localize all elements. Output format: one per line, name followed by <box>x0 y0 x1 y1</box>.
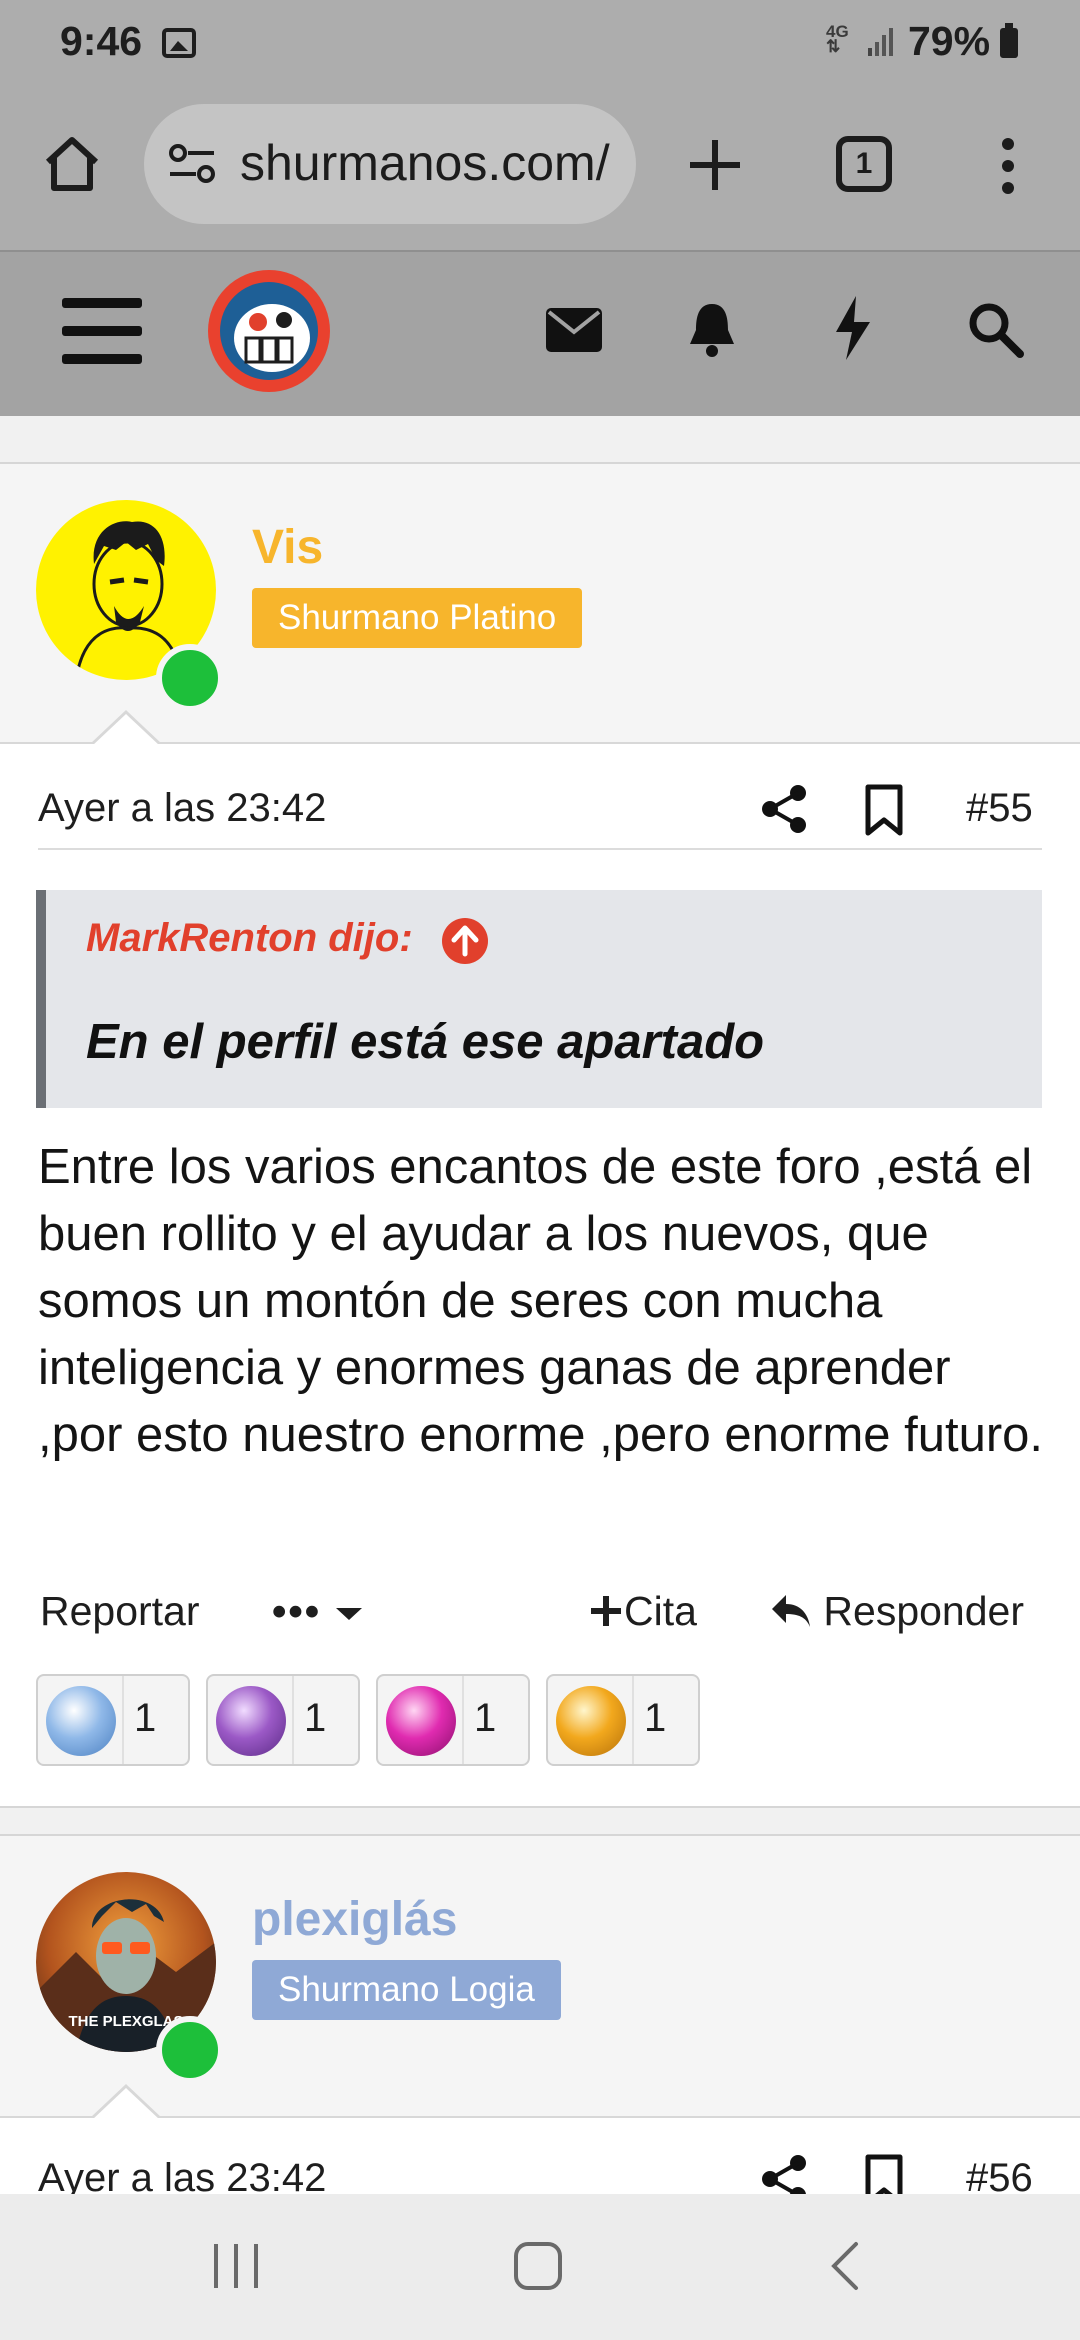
new-tab-icon[interactable] <box>686 136 744 194</box>
post-separator <box>0 1806 1080 1836</box>
username[interactable]: plexiglás <box>252 1892 457 1947</box>
mail-icon[interactable] <box>546 308 602 352</box>
purple-gem-icon <box>216 1686 286 1756</box>
network-type: 4G ⇅ <box>826 22 849 56</box>
user-block-pointer-fill <box>92 714 160 746</box>
username[interactable]: Vis <box>252 520 323 575</box>
reaction-blue-gem[interactable]: 1 <box>36 1674 190 1766</box>
home-icon[interactable] <box>40 132 104 196</box>
logo-face <box>220 282 318 380</box>
reaction-gold-gem[interactable]: 1 <box>546 1674 700 1766</box>
status-time: 9:46 <box>60 18 143 64</box>
quote-button[interactable]: Cita <box>588 1588 697 1635</box>
reaction-pink-gem[interactable]: 1 <box>376 1674 530 1766</box>
chevron-down-icon <box>336 1608 363 1621</box>
reaction-count: 1 <box>644 1696 667 1740</box>
blue-gem-icon <box>46 1686 116 1756</box>
recent-apps-icon[interactable] <box>210 2240 262 2292</box>
go-to-quote-icon[interactable] <box>442 918 488 964</box>
more-menu-icon[interactable] <box>996 136 1020 196</box>
meta-divider <box>38 848 1042 850</box>
tab-switcher-button[interactable]: 1 <box>836 136 892 192</box>
signal-icon <box>868 28 893 56</box>
post-body: Entre los varios encantos de este foro ,… <box>38 1140 1044 1462</box>
hamburger-menu-icon[interactable] <box>62 296 142 366</box>
online-status-dot <box>156 2016 224 2084</box>
reaction-count: 1 <box>474 1696 497 1740</box>
share-icon[interactable] <box>760 784 808 834</box>
rank-badge: Shurmano Platino <box>252 588 583 648</box>
more-actions-button[interactable]: ••• <box>272 1588 364 1635</box>
reaction-count: 1 <box>134 1696 157 1740</box>
reply-icon <box>772 1595 810 1627</box>
bell-icon[interactable] <box>686 300 738 358</box>
url-text[interactable]: shurmanos.com/ <box>240 134 614 192</box>
reaction-purple-gem[interactable]: 1 <box>206 1674 360 1766</box>
quote-author[interactable]: MarkRenton dijo: <box>86 916 413 961</box>
bolt-icon[interactable] <box>832 296 874 360</box>
post-date[interactable]: Ayer a las 23:42 <box>38 786 326 831</box>
site-settings-icon[interactable] <box>168 142 216 186</box>
post-separator <box>0 416 1080 464</box>
post-number[interactable]: #55 <box>966 786 1033 831</box>
gallery-notification-icon <box>162 28 196 58</box>
more-dots: ••• <box>272 1588 322 1634</box>
bookmark-icon[interactable] <box>864 784 904 836</box>
plus-icon <box>591 1596 621 1626</box>
rank-badge: Shurmano Logia <box>252 1960 561 2020</box>
gold-gem-icon <box>556 1686 626 1756</box>
reply-button[interactable]: Responder <box>770 1588 1024 1635</box>
reply-label: Responder <box>823 1588 1024 1634</box>
quote-text: En el perfil está ese apartado <box>86 1015 765 1069</box>
quote-label: Cita <box>624 1588 697 1634</box>
online-status-dot <box>156 644 224 712</box>
battery-percent: 79% <box>908 18 991 64</box>
user-block-pointer-fill <box>92 2088 160 2120</box>
report-link[interactable]: Reportar <box>40 1588 200 1635</box>
pink-gem-icon <box>386 1686 456 1756</box>
back-nav-icon[interactable] <box>820 2240 872 2292</box>
search-icon[interactable] <box>966 300 1024 358</box>
battery-icon <box>1000 23 1018 58</box>
site-header <box>0 250 1080 416</box>
reaction-count: 1 <box>304 1696 327 1740</box>
home-nav-icon[interactable] <box>512 2240 564 2292</box>
